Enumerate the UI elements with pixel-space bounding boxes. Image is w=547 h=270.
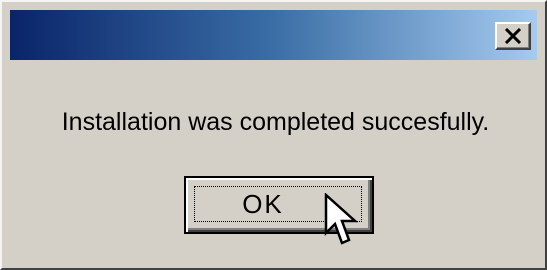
- close-button[interactable]: [495, 22, 531, 50]
- mouse-pointer-icon: [324, 193, 358, 245]
- dialog-window: Installation was completed succesfully. …: [0, 0, 547, 270]
- ok-button-label: OK: [242, 188, 284, 219]
- dialog-message: Installation was completed succesfully.: [61, 108, 490, 136]
- close-x-icon: [504, 28, 522, 44]
- title-bar[interactable]: [10, 10, 537, 60]
